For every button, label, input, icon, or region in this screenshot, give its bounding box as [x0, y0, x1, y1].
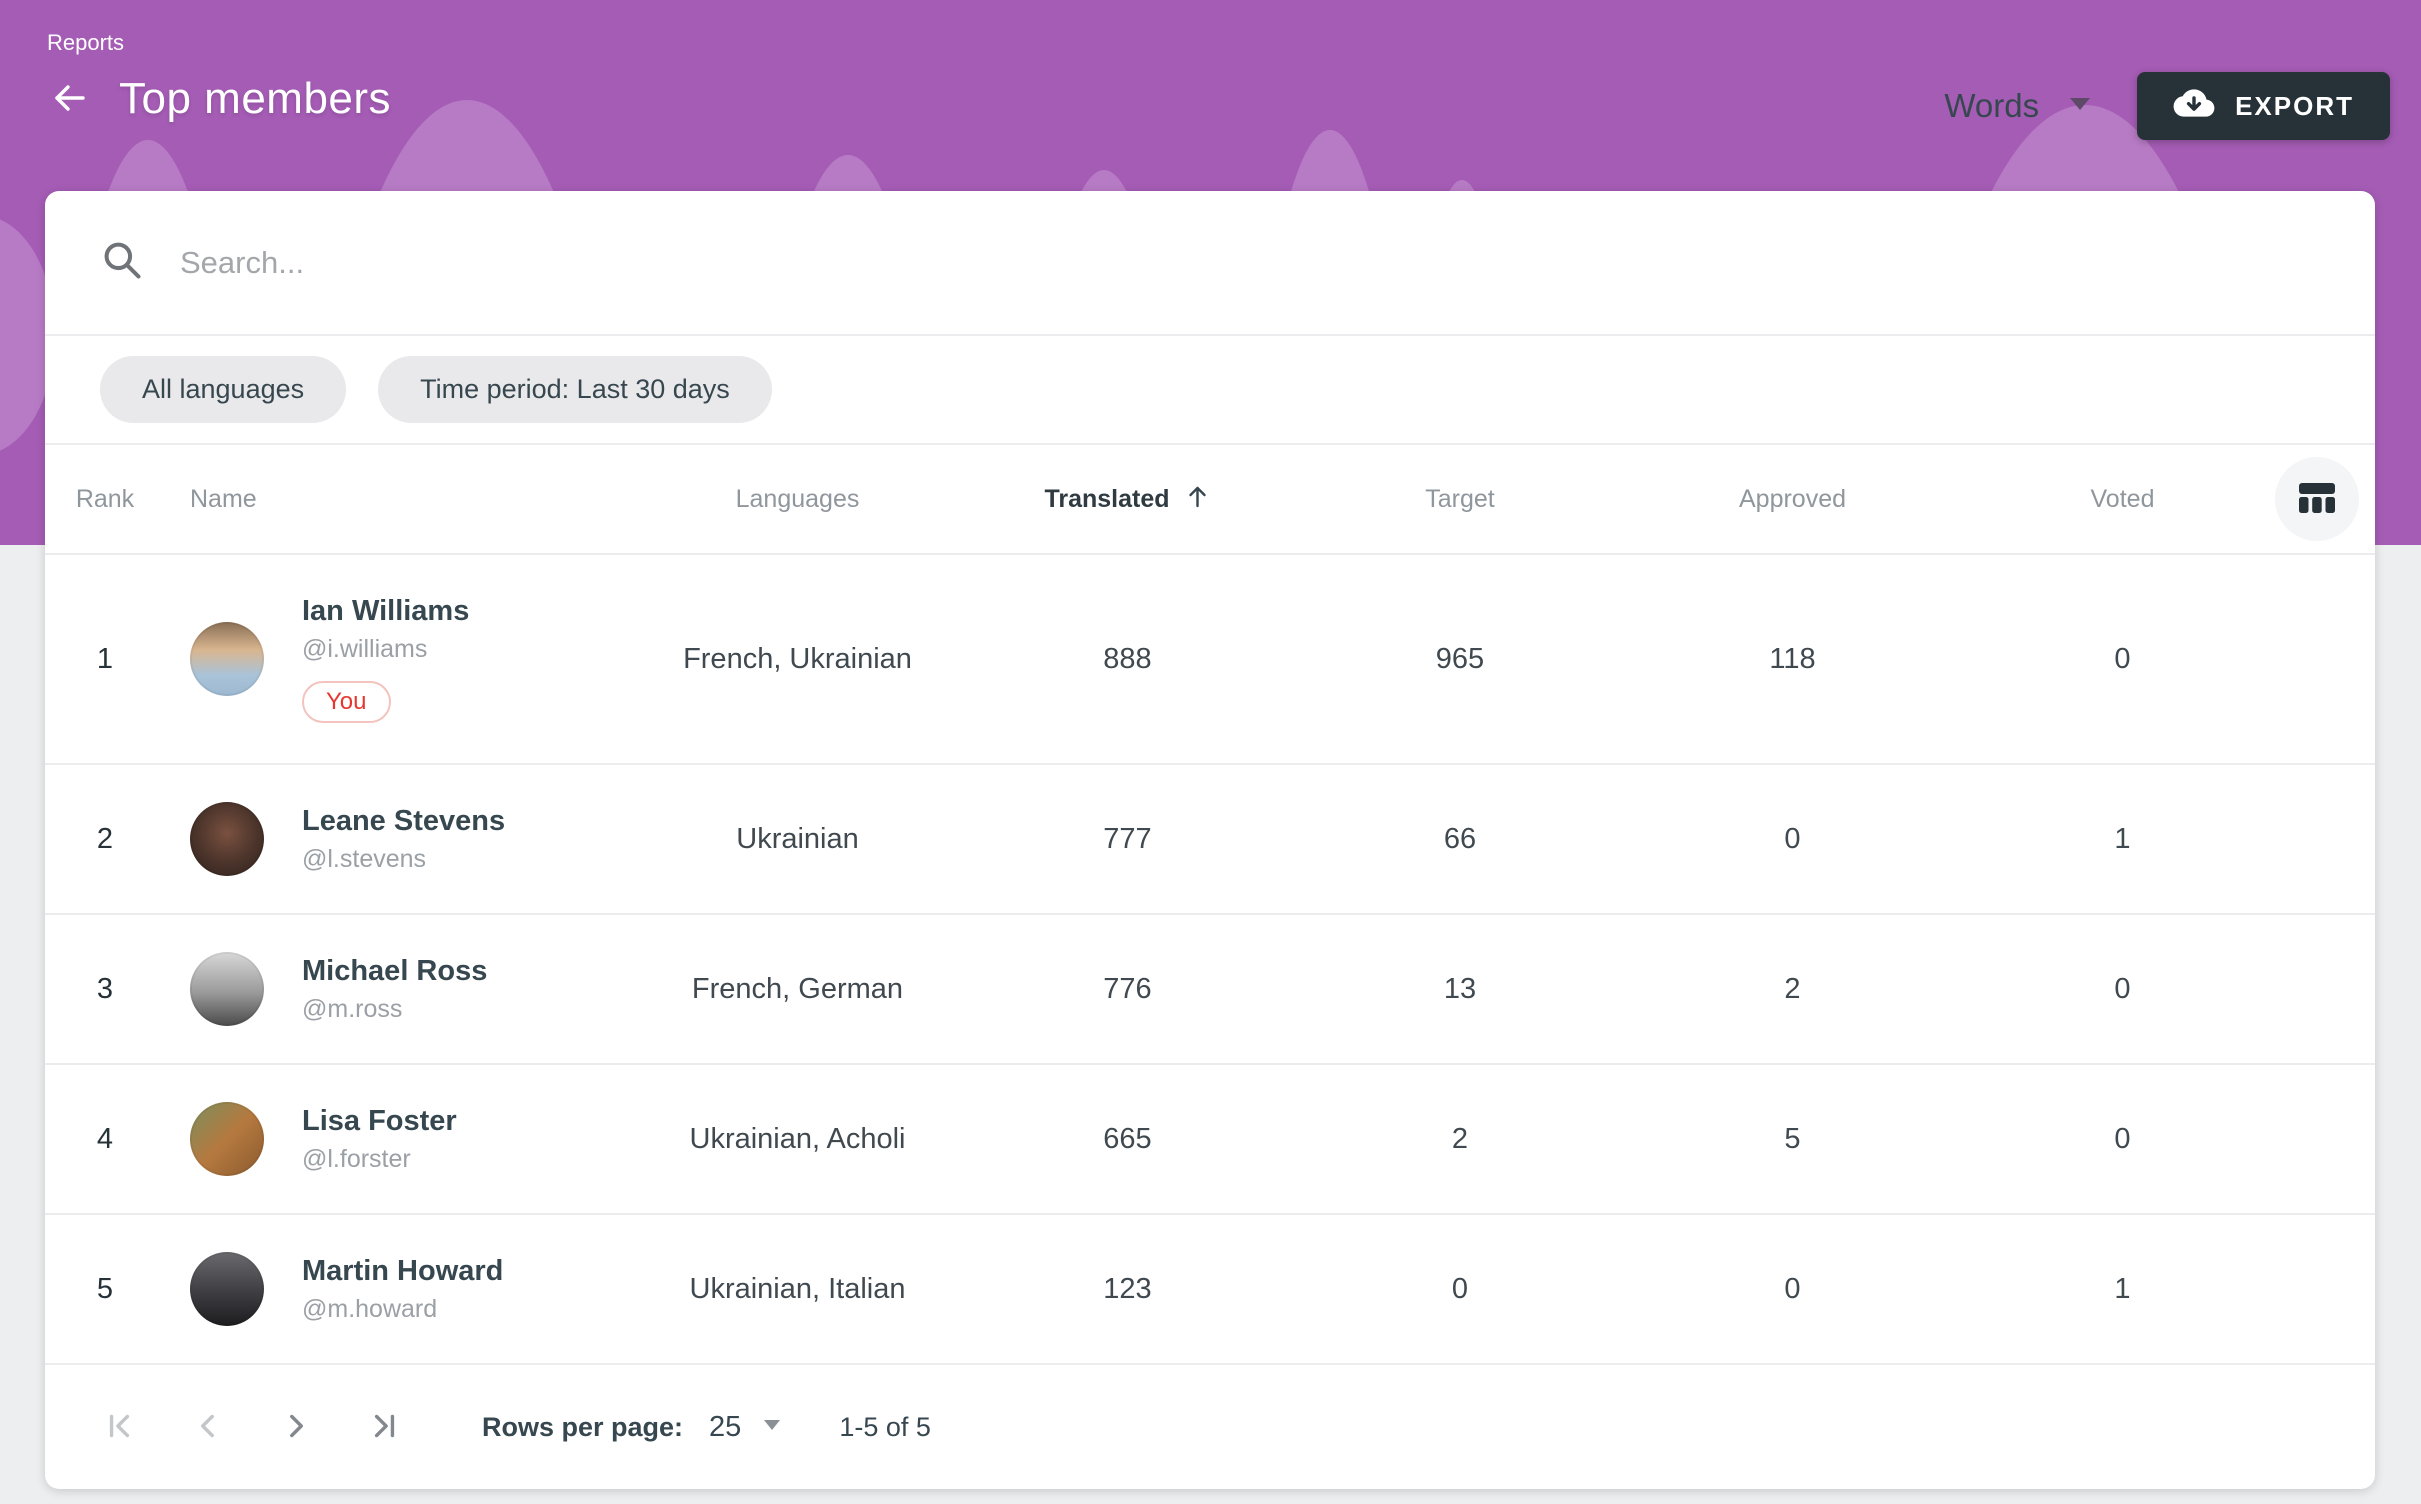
member-name: Leane Stevens: [302, 805, 505, 838]
next-page-button[interactable]: [276, 1407, 316, 1447]
avatar: [190, 1102, 264, 1176]
member-name: Ian Williams: [302, 595, 469, 628]
chevron-down-icon: [2069, 97, 2091, 116]
member-name: Michael Ross: [302, 955, 487, 988]
target-value: 965: [1305, 643, 1615, 676]
member-name: Lisa Foster: [302, 1105, 457, 1138]
voted-value: 0: [1970, 1123, 2275, 1156]
filter-chip-languages[interactable]: All languages: [100, 356, 346, 423]
rank-value: 4: [45, 1123, 165, 1156]
target-value: 13: [1305, 973, 1615, 1006]
target-value: 0: [1305, 1273, 1615, 1306]
search-bar: [45, 191, 2375, 336]
column-header-voted[interactable]: Voted: [1970, 485, 2275, 514]
report-unit-value: Words: [1944, 87, 2039, 125]
page-title: Top members: [119, 74, 391, 124]
rank-value: 2: [45, 823, 165, 856]
member-handle: @l.forster: [302, 1145, 457, 1174]
table-header: Rank Name Languages Translated Target Ap…: [45, 445, 2375, 555]
previous-page-button[interactable]: [188, 1407, 228, 1447]
approved-value: 5: [1615, 1123, 1970, 1156]
chevron-right-icon: [277, 1407, 315, 1448]
sort-ascending-icon: [1184, 483, 1211, 515]
rank-value: 5: [45, 1273, 165, 1306]
chevron-left-icon: [189, 1407, 227, 1448]
avatar: [190, 802, 264, 876]
voted-value: 0: [1970, 643, 2275, 676]
rows-per-page-value: 25: [709, 1411, 741, 1444]
languages-value: Ukrainian: [645, 823, 950, 856]
table-row[interactable]: 3 Michael Ross @m.ross French, German 77…: [45, 915, 2375, 1065]
column-header-languages[interactable]: Languages: [645, 485, 950, 514]
filter-chip-time-period[interactable]: Time period: Last 30 days: [378, 356, 772, 423]
member-handle: @l.stevens: [302, 845, 505, 874]
member-handle: @i.williams: [302, 635, 469, 664]
member-handle: @m.ross: [302, 995, 487, 1024]
languages-value: French, Ukrainian: [645, 643, 950, 676]
first-page-button[interactable]: [100, 1407, 140, 1447]
search-icon: [100, 238, 144, 287]
approved-value: 118: [1615, 643, 1970, 676]
table-row[interactable]: 5 Martin Howard @m.howard Ukrainian, Ita…: [45, 1215, 2375, 1365]
table-row[interactable]: 4 Lisa Foster @l.forster Ukrainian, Acho…: [45, 1065, 2375, 1215]
rows-per-page-select[interactable]: 25: [709, 1411, 781, 1444]
last-page-icon: [365, 1407, 403, 1448]
table-columns-icon: [2295, 476, 2339, 523]
approved-value: 0: [1615, 823, 1970, 856]
rank-value: 3: [45, 973, 165, 1006]
approved-value: 2: [1615, 973, 1970, 1006]
avatar: [190, 622, 264, 696]
back-button[interactable]: [45, 75, 93, 123]
you-badge: You: [302, 681, 391, 723]
first-page-icon: [101, 1407, 139, 1448]
pagination-range: 1-5 of 5: [839, 1412, 931, 1443]
voted-value: 1: [1970, 823, 2275, 856]
target-value: 66: [1305, 823, 1615, 856]
languages-value: French, German: [645, 973, 950, 1006]
translated-value: 888: [950, 643, 1305, 676]
pagination-bar: Rows per page: 25 1-5 of 5: [45, 1365, 2375, 1489]
column-header-name[interactable]: Name: [165, 485, 645, 514]
breadcrumb: Reports: [47, 30, 124, 56]
languages-value: Ukrainian, Acholi: [645, 1123, 950, 1156]
member-name: Martin Howard: [302, 1255, 503, 1288]
export-button[interactable]: EXPORT: [2137, 72, 2390, 140]
column-settings-button[interactable]: [2275, 457, 2359, 541]
column-header-translated-label: Translated: [1044, 485, 1169, 514]
report-card: All languages Time period: Last 30 days …: [45, 191, 2375, 1489]
member-handle: @m.howard: [302, 1295, 503, 1324]
translated-value: 777: [950, 823, 1305, 856]
translated-value: 123: [950, 1273, 1305, 1306]
column-header-approved[interactable]: Approved: [1615, 485, 1970, 514]
avatar: [190, 952, 264, 1026]
chevron-down-icon: [763, 1418, 781, 1436]
target-value: 2: [1305, 1123, 1615, 1156]
export-button-label: EXPORT: [2235, 91, 2354, 122]
voted-value: 1: [1970, 1273, 2275, 1306]
translated-value: 665: [950, 1123, 1305, 1156]
languages-value: Ukrainian, Italian: [645, 1273, 950, 1306]
column-header-rank[interactable]: Rank: [45, 485, 165, 514]
rank-value: 1: [45, 643, 165, 676]
report-unit-select[interactable]: Words: [1944, 87, 2091, 125]
approved-value: 0: [1615, 1273, 1970, 1306]
column-header-translated[interactable]: Translated: [950, 483, 1305, 515]
translated-value: 776: [950, 973, 1305, 1006]
last-page-button[interactable]: [364, 1407, 404, 1447]
search-input[interactable]: [180, 245, 2320, 281]
filter-bar: All languages Time period: Last 30 days: [45, 336, 2375, 445]
rows-per-page-label: Rows per page:: [482, 1412, 683, 1443]
arrow-left-icon: [49, 78, 89, 121]
avatar: [190, 1252, 264, 1326]
table-row[interactable]: 1 Ian Williams @i.williams You French, U…: [45, 555, 2375, 765]
cloud-download-icon: [2173, 86, 2215, 127]
table-row[interactable]: 2 Leane Stevens @l.stevens Ukrainian 777…: [45, 765, 2375, 915]
voted-value: 0: [1970, 973, 2275, 1006]
column-header-target[interactable]: Target: [1305, 485, 1615, 514]
